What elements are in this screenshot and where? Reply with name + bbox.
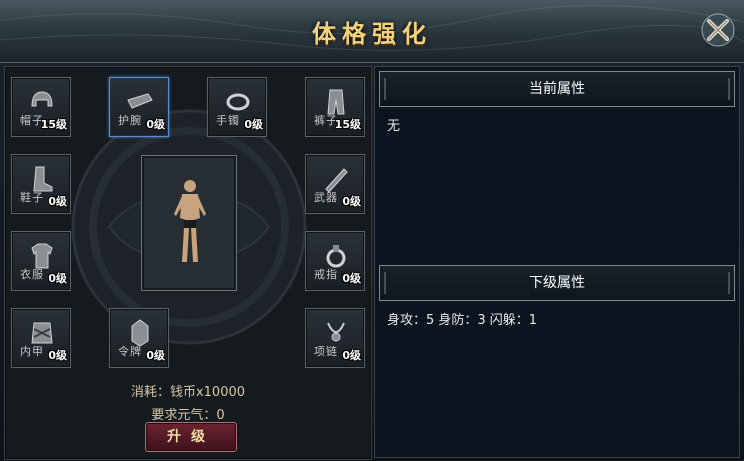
slot-helmet[interactable]: 帽子 15级 — [11, 77, 71, 137]
body-strengthen-window: 体格强化 帽子 15级 护腕 0级 手镯 0级 裤子 15级 鞋子 0级 武器 … — [0, 0, 744, 461]
next-attributes-value: 身攻：5 身防：3 闪躲：1 — [387, 313, 538, 328]
slot-name: 鞋子 — [20, 191, 44, 204]
requirement-text: 要求元气：0 — [151, 408, 225, 423]
slot-bracer[interactable]: 护腕 0级 — [109, 77, 169, 137]
slot-level: 0级 — [48, 272, 67, 285]
current-attributes-header: 当前属性 — [379, 71, 735, 107]
slot-inner-armor[interactable]: 内甲 0级 — [11, 308, 71, 368]
slot-name: 护腕 — [118, 114, 142, 127]
slot-level: 15级 — [40, 118, 67, 131]
slot-name: 武器 — [314, 191, 338, 204]
slot-level: 0级 — [48, 195, 67, 208]
slot-level: 0级 — [146, 118, 165, 131]
slot-name: 衣服 — [20, 268, 44, 281]
upgrade-button[interactable]: 升级 — [145, 422, 237, 452]
slot-weapon[interactable]: 武器 0级 — [305, 154, 365, 214]
slot-name: 手镯 — [216, 114, 240, 127]
slot-name: 内甲 — [20, 345, 44, 358]
slot-ring[interactable]: 戒指 0级 — [305, 231, 365, 291]
slot-name: 项链 — [314, 345, 338, 358]
slot-armor[interactable]: 衣服 0级 — [11, 231, 71, 291]
attributes-panel: 当前属性 无 下级属性 身攻：5 身防：3 闪躲：1 — [374, 66, 740, 458]
slot-token[interactable]: 令牌 0级 — [109, 308, 169, 368]
slot-boots[interactable]: 鞋子 0级 — [11, 154, 71, 214]
slot-bracelet[interactable]: 手镯 0级 — [207, 77, 267, 137]
slot-name: 戒指 — [314, 268, 338, 281]
slot-level: 0级 — [146, 349, 165, 362]
current-attributes-value: 无 — [387, 119, 401, 134]
slot-necklace[interactable]: 项链 0级 — [305, 308, 365, 368]
slot-pants[interactable]: 裤子 15级 — [305, 77, 365, 137]
slot-level: 0级 — [342, 272, 361, 285]
window-title: 体格强化 — [312, 19, 432, 48]
slot-level: 0级 — [244, 118, 263, 131]
cost-text: 消耗：钱币x10000 — [130, 385, 246, 400]
character-preview — [141, 155, 237, 291]
slot-level: 0级 — [48, 349, 67, 362]
close-icon[interactable] — [700, 12, 736, 48]
title-bar: 体格强化 — [0, 0, 744, 63]
slot-level: 0级 — [342, 195, 361, 208]
equipment-panel: 帽子 15级 护腕 0级 手镯 0级 裤子 15级 鞋子 0级 武器 0级 衣服… — [4, 66, 372, 460]
slot-level: 15级 — [334, 118, 361, 131]
next-attributes-header: 下级属性 — [379, 265, 735, 301]
character-figure — [174, 180, 206, 262]
slot-name: 令牌 — [118, 345, 142, 358]
slot-level: 0级 — [342, 349, 361, 362]
